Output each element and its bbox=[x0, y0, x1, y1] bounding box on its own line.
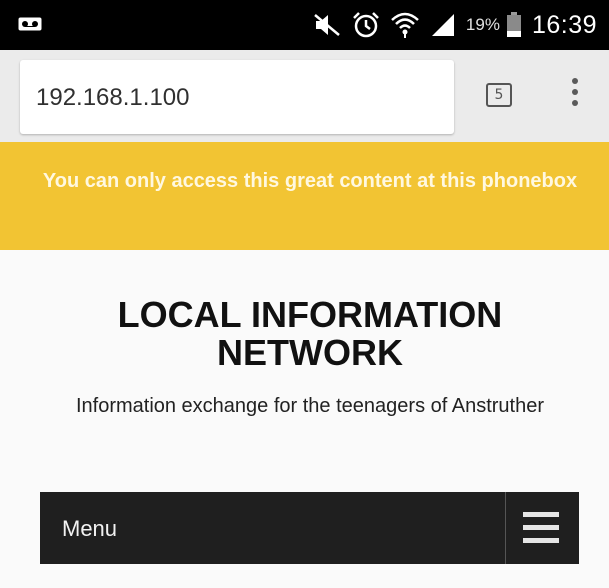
tab-switcher-button[interactable]: 5 bbox=[486, 83, 512, 107]
nav-menu-bar[interactable]: Menu bbox=[40, 492, 579, 564]
hamburger-icon[interactable] bbox=[523, 512, 559, 544]
status-bar: 19% 16:39 bbox=[0, 0, 609, 50]
banner-text: You can only access this great content a… bbox=[42, 170, 578, 192]
tab-count: 5 bbox=[494, 87, 504, 103]
overflow-menu-icon[interactable] bbox=[566, 78, 584, 114]
signal-icon bbox=[431, 14, 454, 36]
phonebox-notice-banner: You can only access this great content a… bbox=[0, 142, 609, 250]
status-icons: 19% 16:39 bbox=[312, 0, 597, 50]
alarm-icon bbox=[353, 12, 379, 38]
status-clock: 16:39 bbox=[531, 10, 597, 39]
wifi-icon bbox=[391, 12, 419, 38]
battery-percent: 19% bbox=[465, 15, 500, 34]
site-title[interactable]: LOCAL INFORMATION NETWORK bbox=[40, 296, 580, 372]
url-text[interactable]: 192.168.1.100 bbox=[36, 84, 189, 112]
voicemail-icon bbox=[18, 17, 42, 31]
menu-label[interactable]: Menu bbox=[62, 516, 117, 542]
phone-screen: 19% 16:39 192.168.1.100 5 You can only a… bbox=[0, 0, 609, 588]
battery-icon bbox=[506, 12, 521, 37]
url-bar[interactable]: 192.168.1.100 bbox=[20, 60, 454, 134]
browser-toolbar: 192.168.1.100 5 bbox=[0, 50, 609, 142]
mute-icon bbox=[314, 14, 340, 36]
menu-divider bbox=[505, 492, 506, 564]
site-tagline: Information exchange for the teenagers o… bbox=[75, 395, 545, 417]
